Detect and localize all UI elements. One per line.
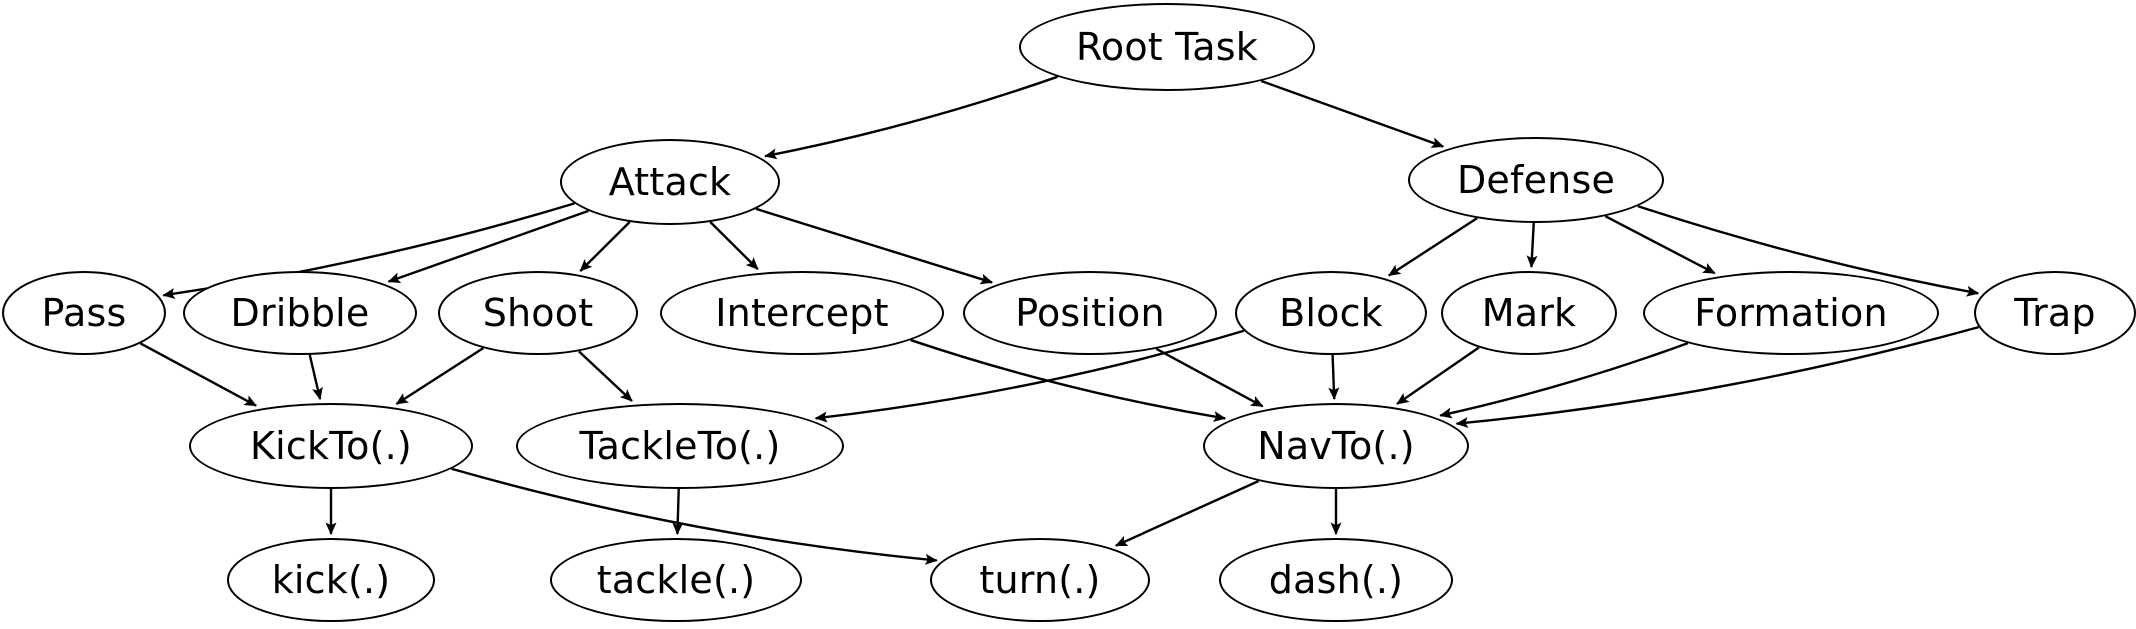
graph-node-mark[interactable]: Mark — [1441, 271, 1617, 355]
graph-node-label: Trap — [2014, 291, 2096, 335]
graph-node-shoot[interactable]: Shoot — [438, 271, 638, 355]
graph-node-block[interactable]: Block — [1235, 271, 1427, 355]
graph-node-attack[interactable]: Attack — [560, 139, 780, 225]
graph-node-defense[interactable]: Defense — [1408, 137, 1664, 223]
graph-node-turn[interactable]: turn(.) — [930, 538, 1150, 622]
graph-node-label: Shoot — [482, 291, 594, 335]
graph-node-dash[interactable]: dash(.) — [1219, 538, 1453, 622]
graph-node-label: Dribble — [230, 291, 370, 335]
graph-node-label: kick(.) — [271, 558, 391, 602]
task-hierarchy-diagram: Root Task Attack Defense Pass Dribble Shoot In… — [0, 0, 2136, 629]
graph-node-label: Formation — [1694, 291, 1888, 335]
graph-node-tackle[interactable]: tackle(.) — [550, 538, 802, 622]
graph-node-label: TackleTo(.) — [579, 424, 781, 468]
graph-node-label: Intercept — [715, 291, 889, 335]
graph-node-label: Block — [1279, 291, 1383, 335]
graph-node-label: dash(.) — [1268, 558, 1404, 602]
graph-node-label: Position — [1015, 291, 1165, 335]
graph-node-label: Defense — [1456, 158, 1616, 202]
graph-node-kickto[interactable]: KickTo(.) — [189, 403, 473, 489]
graph-node-intercept[interactable]: Intercept — [660, 271, 944, 355]
graph-node-label: turn(.) — [979, 558, 1101, 602]
graph-node-label: KickTo(.) — [250, 424, 412, 468]
graph-node-trap[interactable]: Trap — [1974, 271, 2136, 355]
graph-node-label: Pass — [41, 291, 127, 335]
graph-node-label: Root Task — [1076, 25, 1258, 69]
graph-node-root[interactable]: Root Task — [1019, 3, 1315, 91]
graph-node-label: tackle(.) — [596, 558, 756, 602]
graph-node-navto[interactable]: NavTo(.) — [1203, 403, 1469, 489]
node-layer: Root Task Attack Defense Pass Dribble Shoot In… — [0, 0, 2136, 629]
graph-node-formation[interactable]: Formation — [1643, 271, 1939, 355]
graph-node-position[interactable]: Position — [963, 271, 1217, 355]
graph-node-dribble[interactable]: Dribble — [183, 271, 417, 355]
graph-node-kick[interactable]: kick(.) — [227, 538, 435, 622]
graph-node-label: Attack — [608, 160, 732, 204]
graph-node-pass[interactable]: Pass — [2, 271, 166, 355]
graph-node-label: NavTo(.) — [1257, 424, 1415, 468]
graph-node-tackleto[interactable]: TackleTo(.) — [516, 403, 844, 489]
graph-node-label: Mark — [1481, 291, 1577, 335]
